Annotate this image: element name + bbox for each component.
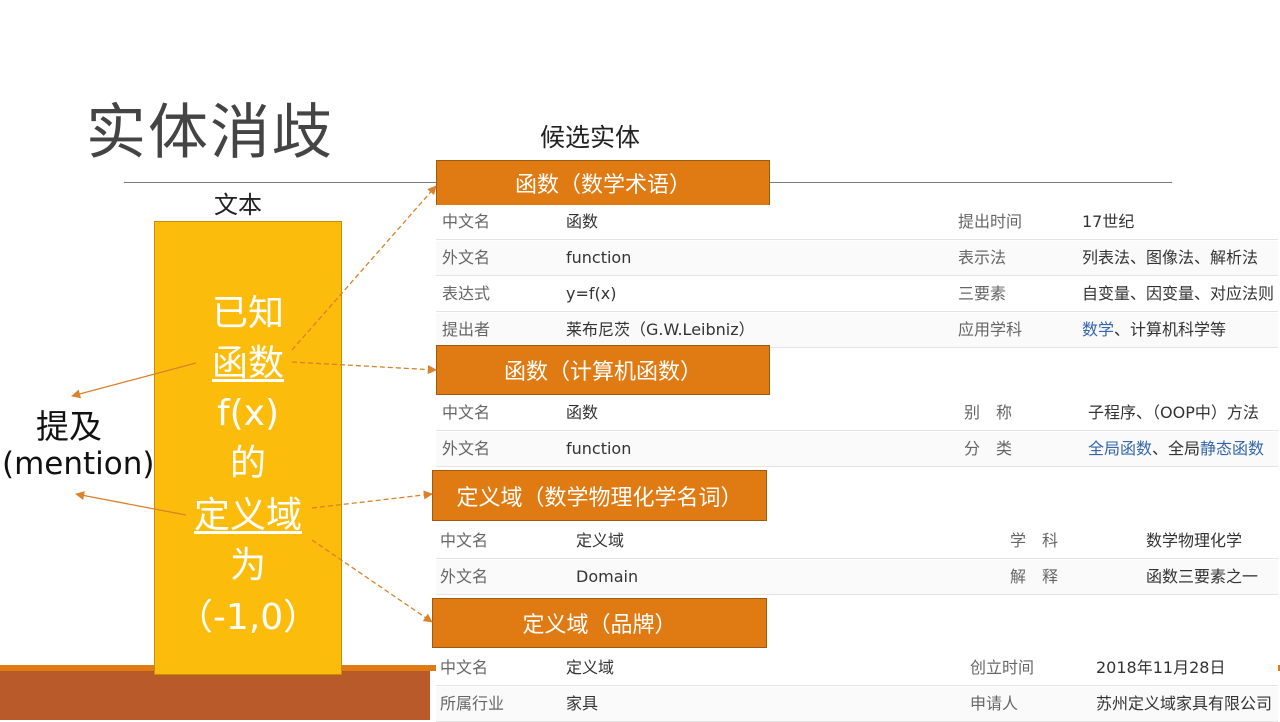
- entity-1-r4-val1: 莱布尼茨（G.W.Leibniz）: [566, 320, 755, 339]
- text-line-fx: f(x): [216, 393, 280, 434]
- entity-2-r1-val2: 子程序、（OOP中）方法: [1088, 403, 1259, 422]
- slide-title: 实体消歧: [86, 98, 334, 168]
- entity-1-row-4: 提出者 莱布尼茨（G.W.Leibniz） 应用学科 数学、计算机科学等: [436, 313, 1278, 348]
- entity-1-r4-key1: 提出者: [442, 320, 491, 339]
- entity-2-row-1: 中文名 函数 别 称 子程序、（OOP中）方法: [436, 396, 1278, 431]
- text-line-known: 已知: [211, 293, 284, 334]
- mention-label-english: (mention): [2, 446, 155, 482]
- entity-1-r1-val2: 17世纪: [1082, 212, 1135, 231]
- entity-3-r2-key1: 外文名: [440, 567, 489, 586]
- entity-1-r1-key2: 提出时间: [958, 212, 1023, 231]
- candidate-entities-label: 候选实体: [540, 123, 641, 152]
- entity-1-row-3: 表达式 y=f(x) 三要素 自变量、因变量、对应法则: [436, 277, 1278, 312]
- entity-1-r2-key2: 表示法: [958, 248, 1007, 267]
- entity-2-r1-val1: 函数: [566, 403, 599, 422]
- entity-1-r1-key1: 中文名: [442, 212, 491, 231]
- entity-1-r3-key2: 三要素: [958, 284, 1007, 303]
- entity-1-r1-val1: 函数: [566, 212, 599, 231]
- entity-2-r2-key2: 分 类: [964, 439, 1013, 458]
- entity-1-r2-val2: 列表法、图像法、解析法: [1082, 248, 1259, 267]
- entity-header-function-math: 函数（数学术语）: [436, 160, 770, 206]
- entity-1-row-1: 中文名 函数 提出时间 17世纪: [436, 205, 1278, 240]
- entity-3-r2-key2: 解 释: [1010, 567, 1059, 586]
- entity-2-row-2: 外文名 function 分 类 全局函数、全局静态函数: [436, 432, 1278, 467]
- entity-3-r2-val2: 函数三要素之一: [1146, 567, 1259, 586]
- entity-1-r3-val2: 自变量、因变量、对应法则: [1082, 284, 1275, 303]
- bottom-accent-band: [0, 671, 430, 720]
- entity-3-r1-val2: 数学物理化学: [1146, 531, 1243, 550]
- link-math[interactable]: 数学: [1082, 320, 1114, 339]
- entity-4-r1-key1: 中文名: [440, 658, 489, 677]
- entity-1-row-2: 外文名 function 表示法 列表法、图像法、解析法: [436, 241, 1278, 276]
- text-line-de: 的: [229, 443, 266, 484]
- mention-label: 提及: [36, 407, 102, 446]
- text-panel: 已知 函数 f(x) 的 定义域 为 （-1,0）: [154, 221, 342, 675]
- entity-4-r1-key2: 创立时间: [970, 658, 1035, 677]
- entity-4-r2-key1: 所属行业: [440, 694, 505, 713]
- entity-1-r3-val1: y=f(x): [566, 284, 617, 303]
- entity-2-r2-key1: 外文名: [442, 439, 491, 458]
- text-line-interval: （-1,0）: [176, 597, 320, 638]
- entity-3-r2-val1: Domain: [576, 567, 639, 586]
- entity-4-row-1: 中文名 定义域 创立时间 2018年11月28日: [436, 651, 1278, 686]
- entity-1-r2-val1: function: [566, 248, 632, 267]
- entity-1-r3-key1: 表达式: [442, 284, 491, 303]
- entity-3-r1-key1: 中文名: [440, 531, 489, 550]
- entity-1-r4-key2: 应用学科: [958, 320, 1023, 339]
- entity-3-r1-key2: 学 科: [1010, 531, 1059, 550]
- entity-2-r2-val1: function: [566, 439, 632, 458]
- entity-3-row-2: 外文名 Domain 解 释 函数三要素之一: [436, 560, 1278, 595]
- entity-3-r1-val1: 定义域: [576, 531, 625, 550]
- mention-function: 函数: [211, 343, 284, 384]
- text-label: 文本: [214, 191, 262, 219]
- entity-4-r1-val2: 2018年11月28日: [1096, 658, 1226, 677]
- entity-4-r2-val1: 家具: [566, 694, 599, 713]
- entity-4-r2-val2: 苏州定义域家具有限公司: [1096, 694, 1273, 713]
- mention-domain: 定义域: [193, 495, 302, 536]
- entity-2-r2-val2: 全局函数、全局静态函数: [1088, 439, 1265, 458]
- entity-header-function-computer: 函数（计算机函数）: [436, 345, 770, 395]
- entity-header-domain-brand: 定义域（品牌）: [432, 598, 767, 648]
- entity-3-row-1: 中文名 定义域 学 科 数学物理化学: [436, 524, 1278, 559]
- entity-4-r1-val1: 定义域: [566, 658, 615, 677]
- entity-2-r1-key2: 别 称: [964, 403, 1013, 422]
- entity-4-r2-key2: 申请人: [970, 694, 1019, 713]
- text-line-wei: 为: [229, 545, 266, 586]
- entity-header-domain-math: 定义域（数学物理化学名词）: [432, 470, 767, 521]
- link-global-function[interactable]: 全局函数: [1088, 439, 1152, 458]
- entity-2-r1-key1: 中文名: [442, 403, 491, 422]
- entity-1-r2-key1: 外文名: [442, 248, 491, 267]
- entity-1-r4-val2: 数学、计算机科学等: [1082, 320, 1227, 339]
- link-static-function[interactable]: 静态函数: [1200, 439, 1264, 458]
- entity-4-row-2: 所属行业 家具 申请人 苏州定义域家具有限公司: [436, 687, 1278, 722]
